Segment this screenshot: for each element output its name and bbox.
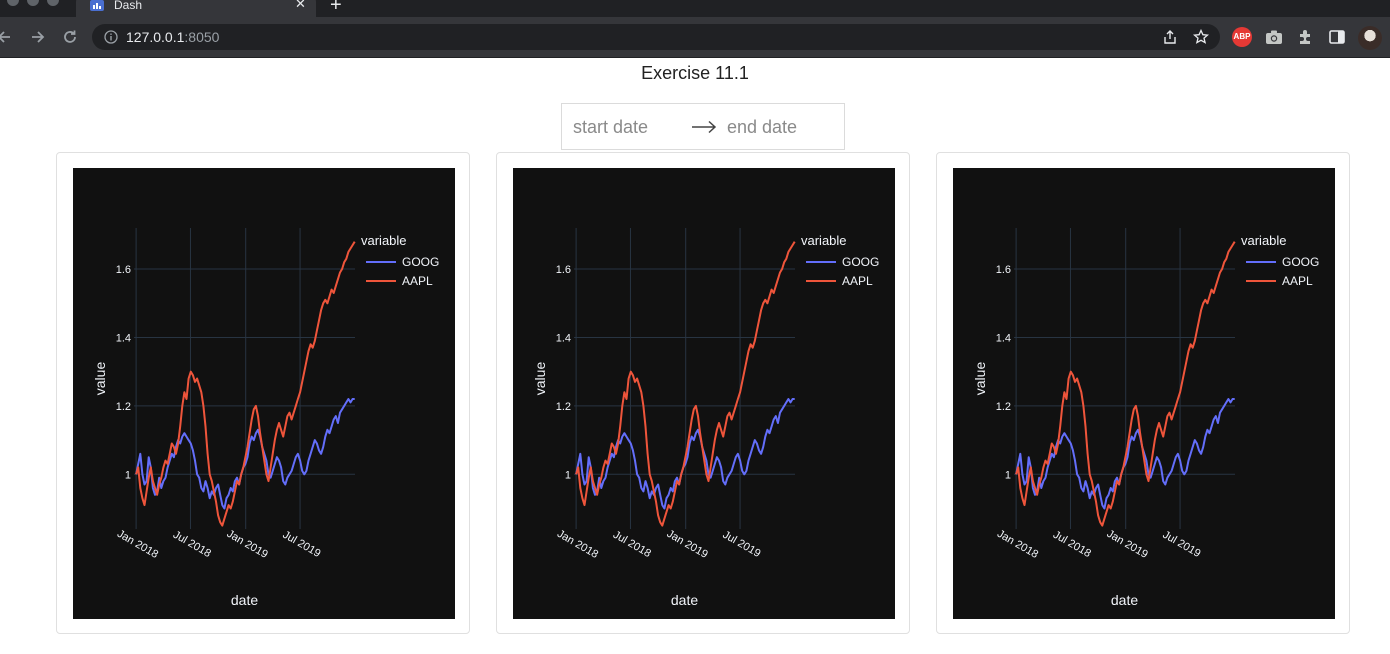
y-tick-label: 1.6 bbox=[556, 264, 571, 276]
legend-title: variable bbox=[801, 233, 847, 248]
url-text[interactable]: 127.0.0.1:8050 bbox=[126, 29, 219, 45]
legend-label-goog: GOOG bbox=[1282, 255, 1319, 269]
y-tick-label: 1.2 bbox=[556, 401, 571, 413]
legend-label-aapl: AAPL bbox=[1282, 274, 1313, 288]
y-tick-label: 1 bbox=[565, 469, 571, 481]
legend-label-goog: GOOG bbox=[402, 255, 439, 269]
back-arrow-icon[interactable] bbox=[0, 27, 14, 47]
browser-toolbar: 127.0.0.1:8050 ABP bbox=[0, 17, 1390, 58]
dash-favicon-icon bbox=[90, 0, 104, 11]
y-tick-label: 1.4 bbox=[556, 332, 571, 344]
x-axis-title: date bbox=[1111, 592, 1138, 608]
site-info-icon[interactable] bbox=[104, 30, 118, 44]
y-tick-label: 1 bbox=[1005, 469, 1011, 481]
y-tick-label: 1.6 bbox=[996, 264, 1011, 276]
browser-tabstrip: Dash ✕ + bbox=[0, 0, 1390, 17]
y-axis-title: value bbox=[532, 362, 548, 396]
legend-label-goog: GOOG bbox=[842, 255, 879, 269]
bookmark-star-icon[interactable] bbox=[1193, 29, 1209, 45]
address-bar[interactable]: 127.0.0.1:8050 bbox=[92, 24, 1220, 50]
end-date-input[interactable] bbox=[727, 116, 837, 138]
url-port: :8050 bbox=[184, 29, 220, 45]
arrow-right-icon bbox=[692, 120, 717, 134]
x-axis-title: date bbox=[231, 592, 258, 608]
share-icon[interactable] bbox=[1162, 29, 1178, 45]
camera-icon[interactable] bbox=[1264, 27, 1284, 47]
side-panel-icon[interactable] bbox=[1327, 27, 1347, 47]
reload-icon[interactable] bbox=[60, 27, 80, 47]
y-tick-label: 1.6 bbox=[116, 264, 131, 276]
y-axis-title: value bbox=[92, 362, 108, 396]
y-tick-label: 1.4 bbox=[996, 332, 1011, 344]
y-tick-label: 1.4 bbox=[116, 332, 131, 344]
y-tick-label: 1.2 bbox=[116, 401, 131, 413]
window-minimize-control[interactable] bbox=[27, 0, 39, 6]
tab-title: Dash bbox=[114, 0, 143, 12]
window-zoom-control[interactable] bbox=[47, 0, 59, 6]
chart-card-1: Jan 2018 Jul 2018 Jan 2019 Jul 2019 1 1.2 1.4 1… bbox=[56, 152, 470, 634]
line-chart-2[interactable]: Jan 2018 Jul 2018 Jan 2019 Jul 201911.21.41… bbox=[513, 168, 895, 619]
adblock-plus-icon[interactable]: ABP bbox=[1232, 27, 1252, 47]
tab-close-icon[interactable]: ✕ bbox=[295, 0, 306, 11]
new-tab-button[interactable]: + bbox=[330, 0, 342, 15]
y-tick-label: 1 bbox=[125, 469, 131, 481]
legend-title: variable bbox=[361, 233, 407, 248]
browser-tab[interactable]: Dash ✕ bbox=[76, 0, 316, 17]
line-chart-3[interactable]: Jan 2018 Jul 2018 Jan 2019 Jul 201911.21.41… bbox=[953, 168, 1335, 619]
profile-avatar[interactable] bbox=[1358, 26, 1382, 50]
chart-card-3: Jan 2018 Jul 2018 Jan 2019 Jul 2019 1 1.2 1.4 1… bbox=[936, 152, 1350, 634]
legend-title: variable bbox=[1241, 233, 1287, 248]
window-close-control[interactable] bbox=[7, 0, 19, 6]
line-chart-1[interactable]: Jan 2018 Jul 2018 Jan 2019 Jul 201911.21.41… bbox=[73, 168, 455, 619]
legend-label-aapl: AAPL bbox=[402, 274, 433, 288]
chart-card-2: Jan 2018 Jul 2018 Jan 2019 Jul 2019 1 1.2 1.4 1… bbox=[496, 152, 910, 634]
url-host: 127.0.0.1 bbox=[126, 29, 185, 45]
page-title: Exercise 11.1 bbox=[641, 63, 749, 83]
legend-label-aapl: AAPL bbox=[842, 274, 873, 288]
forward-arrow-icon[interactable] bbox=[28, 27, 48, 47]
start-date-input[interactable] bbox=[573, 116, 683, 138]
y-tick-label: 1.2 bbox=[996, 401, 1011, 413]
y-axis-title: value bbox=[972, 362, 988, 396]
extensions-puzzle-icon[interactable] bbox=[1296, 27, 1316, 47]
date-range-picker[interactable] bbox=[561, 103, 845, 150]
x-axis-title: date bbox=[671, 592, 698, 608]
